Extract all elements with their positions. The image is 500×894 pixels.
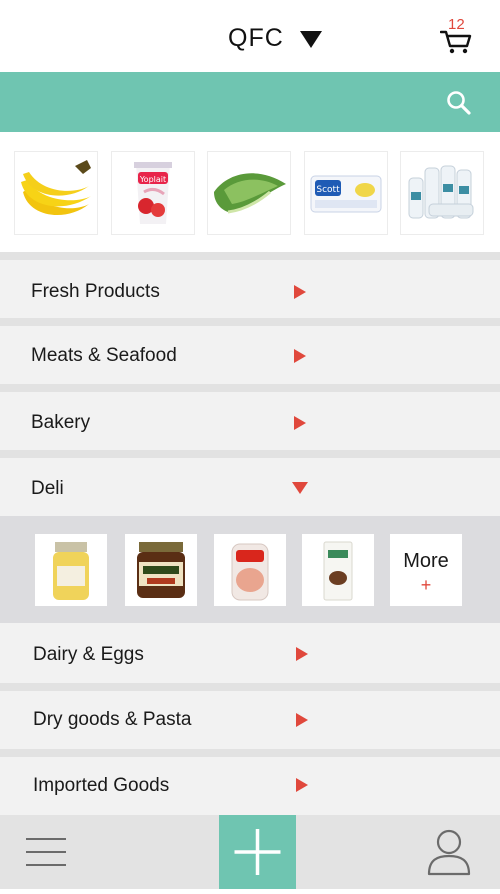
svg-text:Scott: Scott xyxy=(316,185,340,195)
featured-product-dove[interactable] xyxy=(401,152,483,234)
separator xyxy=(0,318,500,326)
featured-product-yogurt[interactable]: Yoplait xyxy=(112,152,194,234)
category-label: Dairy & Eggs xyxy=(33,644,144,665)
dove-bottles-image xyxy=(408,165,474,219)
category-dairy-eggs[interactable]: Dairy & Eggs xyxy=(0,623,500,683)
deli-item-coffee[interactable] xyxy=(302,534,374,606)
deli-items-tray: More + xyxy=(0,516,500,623)
paper-towels-image: Scott xyxy=(310,175,382,213)
arrow-right-icon xyxy=(296,778,308,792)
category-dry-goods-pasta[interactable]: Dry goods & Pasta xyxy=(0,691,500,749)
caponata-jar-image xyxy=(137,542,185,598)
arrow-right-icon xyxy=(294,349,306,363)
arrow-right-icon xyxy=(296,647,308,661)
deli-more-button[interactable]: More + xyxy=(390,534,462,606)
arrow-right-icon xyxy=(296,713,308,727)
cart-icon xyxy=(440,30,472,54)
store-selector[interactable]: QFC xyxy=(228,24,322,53)
sliced-ham-image xyxy=(231,543,269,601)
add-button[interactable] xyxy=(219,815,296,889)
category-imported-goods[interactable]: Imported Goods xyxy=(0,757,500,815)
separator xyxy=(0,683,500,691)
arrow-right-icon xyxy=(294,285,306,299)
caret-down-icon xyxy=(299,30,322,48)
featured-product-lettuce[interactable] xyxy=(208,152,290,234)
separator xyxy=(0,384,500,392)
category-meats-seafood[interactable]: Meats & Seafood xyxy=(0,326,500,384)
coffee-bag-image xyxy=(323,541,353,601)
arrow-down-icon xyxy=(292,482,308,494)
category-label: Meats & Seafood xyxy=(31,345,177,366)
separator xyxy=(0,252,500,260)
category-label: Bakery xyxy=(31,412,91,433)
category-label: Imported Goods xyxy=(33,775,170,796)
more-label: More xyxy=(403,550,449,572)
separator xyxy=(0,450,500,458)
svg-text:Yoplait: Yoplait xyxy=(139,175,166,184)
deli-item-caponata[interactable] xyxy=(125,534,197,606)
deli-item-ham[interactable] xyxy=(214,534,286,606)
header: QFC 12 xyxy=(0,0,500,72)
category-bakery[interactable]: Bakery xyxy=(0,392,500,450)
category-fresh-products[interactable]: Fresh Products xyxy=(0,260,500,318)
category-label: Fresh Products xyxy=(31,281,160,302)
featured-products: Yoplait Scott xyxy=(0,132,500,252)
yogurt-image: Yoplait xyxy=(134,162,172,224)
category-deli[interactable]: Deli xyxy=(0,458,500,516)
search-icon[interactable] xyxy=(446,90,472,116)
cart-button[interactable]: 12 xyxy=(440,14,474,58)
menu-icon[interactable] xyxy=(26,837,66,867)
plus-icon xyxy=(234,829,281,875)
arrow-right-icon xyxy=(294,416,306,430)
search-bar[interactable] xyxy=(0,72,500,132)
bananas-image xyxy=(21,160,91,216)
mustard-jar-image xyxy=(53,542,89,600)
featured-product-bananas[interactable] xyxy=(15,152,97,234)
profile-icon[interactable] xyxy=(427,828,471,876)
deli-item-mustard[interactable] xyxy=(35,534,107,606)
store-name: QFC xyxy=(228,24,284,52)
plus-icon: + xyxy=(420,575,432,595)
featured-product-paper-towels[interactable]: Scott xyxy=(305,152,387,234)
category-label: Deli xyxy=(31,478,64,499)
category-label: Dry goods & Pasta xyxy=(33,709,192,730)
bottom-toolbar xyxy=(0,815,500,889)
separator xyxy=(0,749,500,757)
lettuce-image xyxy=(214,173,286,214)
